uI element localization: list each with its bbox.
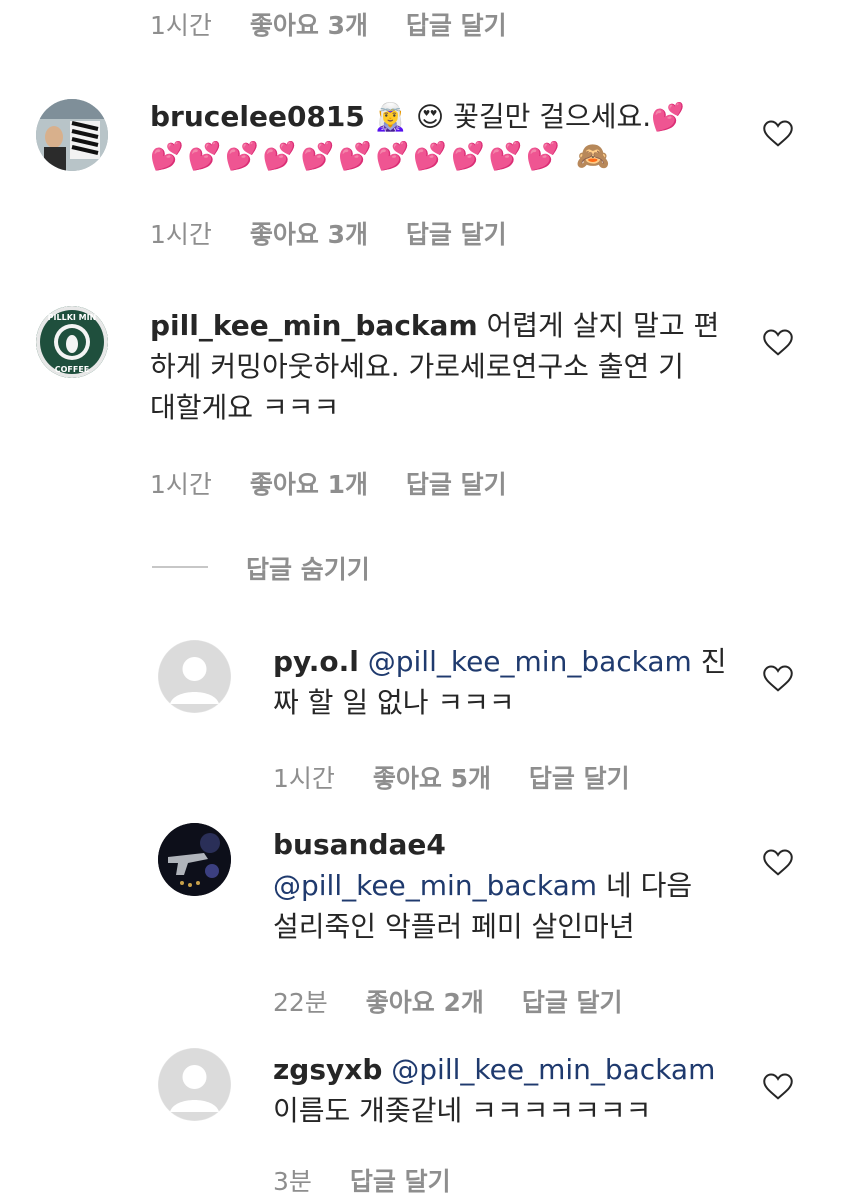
- mention-link[interactable]: @pill_kee_min_backam: [273, 869, 597, 902]
- reply-meta-row: 3분 답글 달기: [273, 1162, 481, 1198]
- comment-text: 대할게요 ㅋㅋㅋ: [150, 391, 340, 424]
- reply-username[interactable]: zgsyxb: [273, 1053, 382, 1086]
- avatar[interactable]: [158, 1048, 231, 1121]
- reply-text: 이름도 개좆같네 ㅋㅋㅋㅋㅋㅋㅋ: [273, 1094, 652, 1127]
- reply-button[interactable]: 답글 달기: [406, 470, 507, 499]
- comment-text: 어렵게 살지 말고 편: [486, 309, 720, 342]
- reply-username[interactable]: py.o.l: [273, 645, 359, 678]
- reply-button[interactable]: 답글 달기: [350, 1167, 451, 1196]
- emoji-group: 🧝‍♀️ 😍: [373, 102, 445, 133]
- monkey-emoji: 🙈: [576, 141, 615, 172]
- reply-text: 네 다음: [605, 869, 693, 902]
- mention-link[interactable]: @pill_kee_min_backam: [368, 645, 692, 678]
- comment-meta-row: 1시간 좋아요 3개 답글 달기: [150, 6, 537, 42]
- heart-emoji: 💕: [651, 102, 685, 133]
- like-heart-button[interactable]: [763, 329, 793, 361]
- comment-time: 1시간: [150, 220, 212, 249]
- likes-count[interactable]: 좋아요 2개: [366, 988, 484, 1017]
- like-heart-button[interactable]: [763, 849, 793, 881]
- reply-button[interactable]: 답글 달기: [522, 988, 623, 1017]
- default-avatar-icon: [158, 640, 231, 713]
- comment-meta-row: 1시간 좋아요 1개 답글 달기: [150, 465, 537, 501]
- reply-text: 짜 할 일 없나 ㅋㅋㅋ: [273, 686, 515, 719]
- coffee-logo-icon: PILLKI MIN COFFEE: [36, 306, 108, 378]
- emoji-line: 💕💕💕💕💕💕💕💕💕💕💕 🙈: [150, 140, 750, 172]
- likes-count[interactable]: 좋아요 3개: [250, 220, 368, 249]
- svg-text:PILLKI MIN: PILLKI MIN: [48, 313, 97, 322]
- hearts-emoji-row: 💕💕💕💕💕💕💕💕💕💕💕: [150, 141, 564, 172]
- reply-time: 3분: [273, 1167, 312, 1196]
- reply-body: busandae4 @pill_kee_min_backam 네 다음 설리죽인…: [273, 824, 753, 947]
- mention-link[interactable]: @pill_kee_min_backam: [391, 1053, 715, 1086]
- gun-avatar-icon: [158, 823, 231, 896]
- reply-button[interactable]: 답글 달기: [406, 220, 507, 249]
- reply-body: py.o.l @pill_kee_min_backam 진 짜 할 일 없나 ㅋ…: [273, 641, 753, 723]
- divider-line: [152, 566, 208, 568]
- heart-outline-icon: [763, 665, 793, 692]
- reply-text: 설리죽인 악플러 페미 살인마년: [273, 910, 635, 943]
- reply-time: 1시간: [273, 764, 335, 793]
- comment-meta-row: 1시간 좋아요 3개 답글 달기: [150, 215, 537, 251]
- comment-text: 하게 커밍아웃하세요. 가로세로연구소 출연 기: [150, 350, 684, 383]
- reply-time: 22분: [273, 988, 328, 1017]
- comment-username[interactable]: brucelee0815: [150, 100, 365, 133]
- heart-outline-icon: [763, 1073, 793, 1100]
- hide-replies-button[interactable]: 답글 숨기기: [246, 550, 370, 586]
- reply-meta-row: 1시간 좋아요 5개 답글 달기: [273, 759, 660, 795]
- reply-username[interactable]: busandae4: [273, 824, 753, 865]
- like-heart-button[interactable]: [763, 120, 793, 152]
- heart-outline-icon: [763, 329, 793, 356]
- like-heart-button[interactable]: [763, 665, 793, 697]
- comment-time: 1시간: [150, 11, 212, 40]
- default-avatar-icon: [158, 1048, 231, 1121]
- likes-count[interactable]: 좋아요 3개: [250, 11, 368, 40]
- reply-button[interactable]: 답글 달기: [529, 764, 630, 793]
- comment-body: pill_kee_min_backam 어렵게 살지 말고 편 하게 커밍아웃하…: [150, 305, 750, 428]
- heart-outline-icon: [763, 849, 793, 876]
- avatar[interactable]: [36, 99, 108, 171]
- avatar[interactable]: [158, 823, 231, 896]
- reply-body: zgsyxb @pill_kee_min_backam 이름도 개좆같네 ㅋㅋㅋ…: [273, 1049, 753, 1131]
- avatar[interactable]: [158, 640, 231, 713]
- reply-meta-row: 22분 좋아요 2개 답글 달기: [273, 983, 653, 1019]
- likes-count[interactable]: 좋아요 1개: [250, 470, 368, 499]
- comment-username[interactable]: pill_kee_min_backam: [150, 309, 478, 342]
- comment-time: 1시간: [150, 470, 212, 499]
- likes-count[interactable]: 좋아요 5개: [373, 764, 491, 793]
- avatar[interactable]: PILLKI MIN COFFEE: [36, 306, 108, 378]
- heart-outline-icon: [763, 120, 793, 147]
- comment-body: brucelee0815 🧝‍♀️ 😍 꽃길만 걸으세요.💕: [150, 96, 750, 138]
- reply-button[interactable]: 답글 달기: [406, 11, 507, 40]
- svg-text:COFFEE: COFFEE: [55, 365, 90, 374]
- like-heart-button[interactable]: [763, 1073, 793, 1105]
- reply-text: 진: [700, 645, 727, 678]
- avatar-photo-icon: [36, 99, 108, 171]
- comment-text: 꽃길만 걸으세요.: [453, 100, 652, 133]
